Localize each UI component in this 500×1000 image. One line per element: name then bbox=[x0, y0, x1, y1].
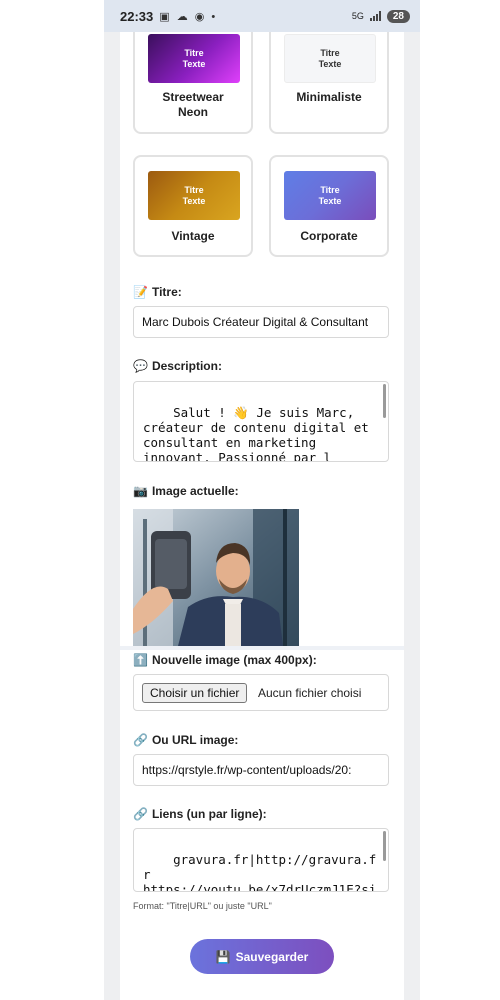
image-url-label: 🔗 Ou URL image: bbox=[133, 733, 238, 747]
link-icon: 🔗 bbox=[133, 733, 148, 747]
theme-name-line1: Corporate bbox=[300, 229, 358, 243]
theme-name-line1: Minimaliste bbox=[296, 90, 362, 104]
network-label: 5G bbox=[351, 11, 364, 21]
theme-card-minimaliste[interactable]: Titre Texte Minimaliste bbox=[269, 32, 389, 134]
links-text: gravura.fr|http://gravura.fr https://you… bbox=[143, 852, 377, 892]
links-label: 🔗 Liens (un par ligne): bbox=[133, 807, 267, 821]
theme-card-streetwear-neon[interactable]: Titre Texte Streetwear Neon bbox=[133, 32, 253, 134]
camera-icon: 📷 bbox=[133, 484, 148, 498]
status-bar: 22:33 ▣ ☁ ◉ • 5G 28 bbox=[104, 0, 420, 32]
preview-title: Titre bbox=[320, 184, 340, 195]
upload-arrow-icon: ⬆️ bbox=[133, 653, 148, 667]
save-button[interactable]: 💾 Sauvegarder bbox=[190, 939, 334, 974]
theme-name: Minimaliste bbox=[271, 90, 387, 105]
theme-name: Vintage bbox=[135, 229, 251, 244]
links-format-hint: Format: "Titre|URL" ou juste "URL" bbox=[133, 901, 272, 911]
theme-preview-streetwear: Titre Texte bbox=[148, 34, 240, 83]
current-image-label-text: Image actuelle: bbox=[151, 484, 239, 498]
theme-name-line1: Streetwear bbox=[162, 90, 224, 104]
speech-bubble-icon: 💬 bbox=[133, 359, 148, 373]
upload-label: ⬆️ Nouvelle image (max 400px): bbox=[133, 653, 317, 667]
preview-text: Texte bbox=[318, 58, 342, 69]
section-divider bbox=[120, 646, 404, 650]
theme-name: Streetwear Neon bbox=[135, 90, 251, 120]
links-scrollbar[interactable] bbox=[383, 831, 386, 861]
no-file-chosen: Aucun fichier choisi bbox=[258, 686, 362, 700]
description-label-text: Description: bbox=[151, 359, 222, 373]
save-button-label: Sauvegarder bbox=[235, 949, 309, 964]
frame-edge-left bbox=[104, 0, 120, 1000]
frame-edge-right bbox=[404, 0, 420, 1000]
image-url-input[interactable]: https://qrstyle.fr/wp-content/uploads/20… bbox=[133, 754, 389, 786]
theme-preview-vintage: Titre Texte bbox=[148, 171, 240, 220]
links-label-text: Liens (un par ligne): bbox=[151, 807, 267, 821]
profile-photo-illustration bbox=[133, 509, 299, 646]
current-image-label: 📷 Image actuelle: bbox=[133, 484, 239, 498]
description-text: Salut ! 👋 Je suis Marc, créateur de cont… bbox=[143, 405, 369, 462]
upload-label-text: Nouvelle image (max 400px): bbox=[151, 653, 317, 667]
link-icon: 🔗 bbox=[133, 807, 148, 821]
theme-name-line2: Neon bbox=[178, 105, 208, 119]
preview-text: Texte bbox=[182, 58, 206, 69]
preview-title: Titre bbox=[184, 47, 204, 58]
preview-title: Titre bbox=[320, 47, 340, 58]
notification-icons: ▣ ☁ ◉ • bbox=[159, 10, 218, 23]
editor-panel: Titre Texte Streetwear Neon Titre Texte … bbox=[120, 32, 404, 1000]
preview-text: Texte bbox=[182, 195, 206, 206]
theme-preview-minimaliste: Titre Texte bbox=[284, 34, 376, 83]
battery-icon: 28 bbox=[386, 9, 410, 23]
image-url-label-text: Ou URL image: bbox=[151, 733, 239, 747]
background-left bbox=[0, 0, 104, 1000]
memo-icon: 📝 bbox=[133, 285, 148, 299]
floppy-disk-icon: 💾 bbox=[215, 949, 231, 964]
preview-title: Titre bbox=[184, 184, 204, 195]
title-label-text: Titre: bbox=[151, 285, 182, 299]
description-label: 💬 Description: bbox=[133, 359, 222, 373]
file-input: Choisir un fichier Aucun fichier choisi bbox=[133, 674, 389, 711]
signal-icon bbox=[369, 11, 381, 21]
title-label: 📝 Titre: bbox=[133, 285, 182, 299]
theme-card-vintage[interactable]: Titre Texte Vintage bbox=[133, 155, 253, 257]
theme-name: Corporate bbox=[271, 229, 387, 244]
theme-preview-corporate: Titre Texte bbox=[284, 171, 376, 220]
description-scrollbar[interactable] bbox=[383, 384, 386, 418]
links-textarea[interactable]: gravura.fr|http://gravura.fr https://you… bbox=[133, 828, 389, 892]
status-time: 22:33 bbox=[120, 8, 154, 24]
status-right: 5G 28 bbox=[351, 9, 410, 23]
preview-text: Texte bbox=[318, 195, 342, 206]
theme-card-corporate[interactable]: Titre Texte Corporate bbox=[269, 155, 389, 257]
background-right bbox=[420, 0, 500, 1000]
title-input[interactable]: Marc Dubois Créateur Digital & Consultan… bbox=[133, 306, 389, 338]
description-textarea[interactable]: Salut ! 👋 Je suis Marc, créateur de cont… bbox=[133, 381, 389, 462]
choose-file-button[interactable]: Choisir un fichier bbox=[142, 683, 248, 703]
current-image bbox=[133, 509, 299, 646]
theme-name-line1: Vintage bbox=[171, 229, 215, 243]
